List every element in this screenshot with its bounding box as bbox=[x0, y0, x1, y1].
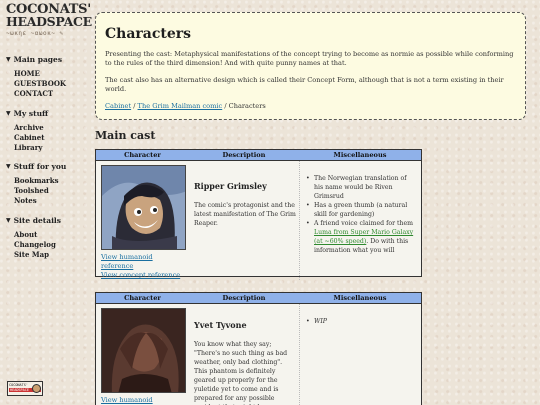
character-description: You know what they say; "There's no such… bbox=[194, 341, 290, 405]
intro-box: Characters Presenting the cast: Metaphys… bbox=[95, 12, 526, 120]
misc-cell: The Norwegian translation of his name wo… bbox=[299, 161, 421, 280]
nav-head-label: Main pages bbox=[13, 55, 63, 64]
nav-head-label: My stuff bbox=[13, 109, 49, 118]
breadcrumb-grim-mailman[interactable]: The Grim Mailman comic bbox=[138, 102, 223, 110]
sidebar-item-about[interactable]: About bbox=[6, 230, 92, 240]
page-title: Characters bbox=[105, 26, 191, 42]
column-header-description: Description bbox=[222, 294, 266, 302]
table-row: View humanoid reference Yvet Tyvone You … bbox=[96, 304, 421, 405]
character-table: Character Description Miscellaneous View… bbox=[95, 149, 422, 280]
site-logo[interactable]: COCONATS' HEADSPACE ~ωκηε ~αωοκ~ ✎ bbox=[6, 3, 92, 37]
nav-head-my-stuff[interactable]: ▼ My stuff bbox=[6, 109, 92, 118]
face-icon bbox=[32, 384, 41, 393]
nav-section-site-details: ▼ Site details About Changelog Site Map bbox=[6, 216, 92, 260]
intro-paragraph-2: The cast also has an alternative design … bbox=[105, 76, 504, 93]
list-item: The Norwegian translation of his name wo… bbox=[306, 174, 417, 201]
view-concept-reference-link[interactable]: View concept reference bbox=[101, 271, 185, 280]
table-header: Character Description Miscellaneous bbox=[96, 150, 421, 161]
sidebar: COCONATS' HEADSPACE ~ωκηε ~αωοκ~ ✎ ▼ Mai… bbox=[0, 0, 92, 405]
misc-link-prefix: A friend voice claimed for them bbox=[314, 220, 414, 227]
nav-section-stuff-for-you: ▼ Stuff for you Bookmarks Toolshed Notes bbox=[6, 162, 92, 206]
sidebar-item-notes[interactable]: Notes bbox=[6, 196, 92, 206]
view-humanoid-reference-link[interactable]: View humanoid reference bbox=[101, 253, 185, 271]
misc-cell: WIP bbox=[299, 304, 421, 405]
misc-list: The Norwegian translation of his name wo… bbox=[306, 174, 417, 255]
sidebar-item-contact[interactable]: CONTACT bbox=[6, 89, 92, 99]
logo-line-2: HEADSPACE bbox=[6, 14, 92, 29]
view-humanoid-reference-link[interactable]: View humanoid reference bbox=[101, 396, 185, 405]
character-description: The comic's protagonist and the latest m… bbox=[194, 202, 296, 227]
triangle-down-icon: ▼ bbox=[6, 56, 11, 63]
triangle-down-icon: ▼ bbox=[6, 110, 11, 117]
table-row: View humanoid reference View concept ref… bbox=[96, 161, 421, 280]
nav-head-label: Stuff for you bbox=[13, 162, 67, 171]
section-heading-main-cast: Main cast bbox=[95, 129, 156, 142]
nav-section-main-pages: ▼ Main pages HOME GUESTBOOK CONTACT bbox=[6, 55, 92, 99]
character-name: Ripper Grimsley bbox=[194, 181, 267, 191]
list-item: A friend voice claimed for them Luma fro… bbox=[306, 219, 417, 255]
misc-list: WIP bbox=[306, 317, 417, 326]
triangle-down-icon: ▼ bbox=[6, 163, 11, 170]
character-name: Yvet Tyvone bbox=[194, 320, 247, 330]
character-table: Character Description Miscellaneous View… bbox=[95, 292, 422, 405]
site-button-badge[interactable]: COCONATS' HEADSPACE bbox=[7, 381, 43, 396]
intro-paragraph-1: Presenting the cast: Metaphysical manife… bbox=[105, 50, 514, 67]
main-content: Characters Presenting the cast: Metaphys… bbox=[95, 0, 528, 405]
sidebar-item-home[interactable]: HOME bbox=[6, 69, 92, 79]
table-header: Character Description Miscellaneous bbox=[96, 293, 421, 304]
nav-head-stuff-for-you[interactable]: ▼ Stuff for you bbox=[6, 162, 92, 171]
breadcrumb-current: Characters bbox=[228, 102, 266, 110]
column-header-miscellaneous: Miscellaneous bbox=[333, 294, 387, 302]
sidebar-item-site-map[interactable]: Site Map bbox=[6, 250, 92, 260]
description-cell: Yvet Tyvone You know what they say; "The… bbox=[189, 304, 299, 405]
sidebar-item-bookmarks[interactable]: Bookmarks bbox=[6, 176, 92, 186]
sidebar-item-toolshed[interactable]: Toolshed bbox=[6, 186, 92, 196]
column-header-description: Description bbox=[222, 151, 266, 159]
column-header-character: Character bbox=[124, 294, 161, 302]
sidebar-item-changelog[interactable]: Changelog bbox=[6, 240, 92, 250]
character-portrait-ripper[interactable] bbox=[101, 165, 186, 250]
list-item: Has a green thumb (a natural skill for g… bbox=[306, 201, 417, 219]
sidebar-item-library[interactable]: Library bbox=[6, 143, 92, 153]
sidebar-item-guestbook[interactable]: GUESTBOOK bbox=[6, 79, 92, 89]
column-header-character: Character bbox=[124, 151, 161, 159]
breadcrumb: Cabinet / The Grim Mailman comic / Chara… bbox=[105, 102, 516, 110]
column-header-miscellaneous: Miscellaneous bbox=[333, 151, 387, 159]
logo-squiggle: ~ωκηε ~αωοκ~ ✎ bbox=[6, 30, 64, 37]
character-cell: View humanoid reference bbox=[96, 304, 189, 405]
nav-head-main-pages[interactable]: ▼ Main pages bbox=[6, 55, 92, 64]
nav-section-my-stuff: ▼ My stuff Archive Cabinet Library bbox=[6, 109, 92, 153]
nav-head-label: Site details bbox=[13, 216, 61, 225]
sidebar-item-cabinet[interactable]: Cabinet bbox=[6, 133, 92, 143]
nav-head-site-details[interactable]: ▼ Site details bbox=[6, 216, 92, 225]
sidebar-item-archive[interactable]: Archive bbox=[6, 123, 92, 133]
description-cell: Ripper Grimsley The comic's protagonist … bbox=[189, 161, 299, 280]
character-portrait-yvet[interactable] bbox=[101, 308, 186, 393]
breadcrumb-cabinet[interactable]: Cabinet bbox=[105, 102, 131, 110]
character-cell: View humanoid reference View concept ref… bbox=[96, 161, 189, 280]
list-item: WIP bbox=[306, 317, 417, 326]
triangle-down-icon: ▼ bbox=[6, 217, 11, 224]
